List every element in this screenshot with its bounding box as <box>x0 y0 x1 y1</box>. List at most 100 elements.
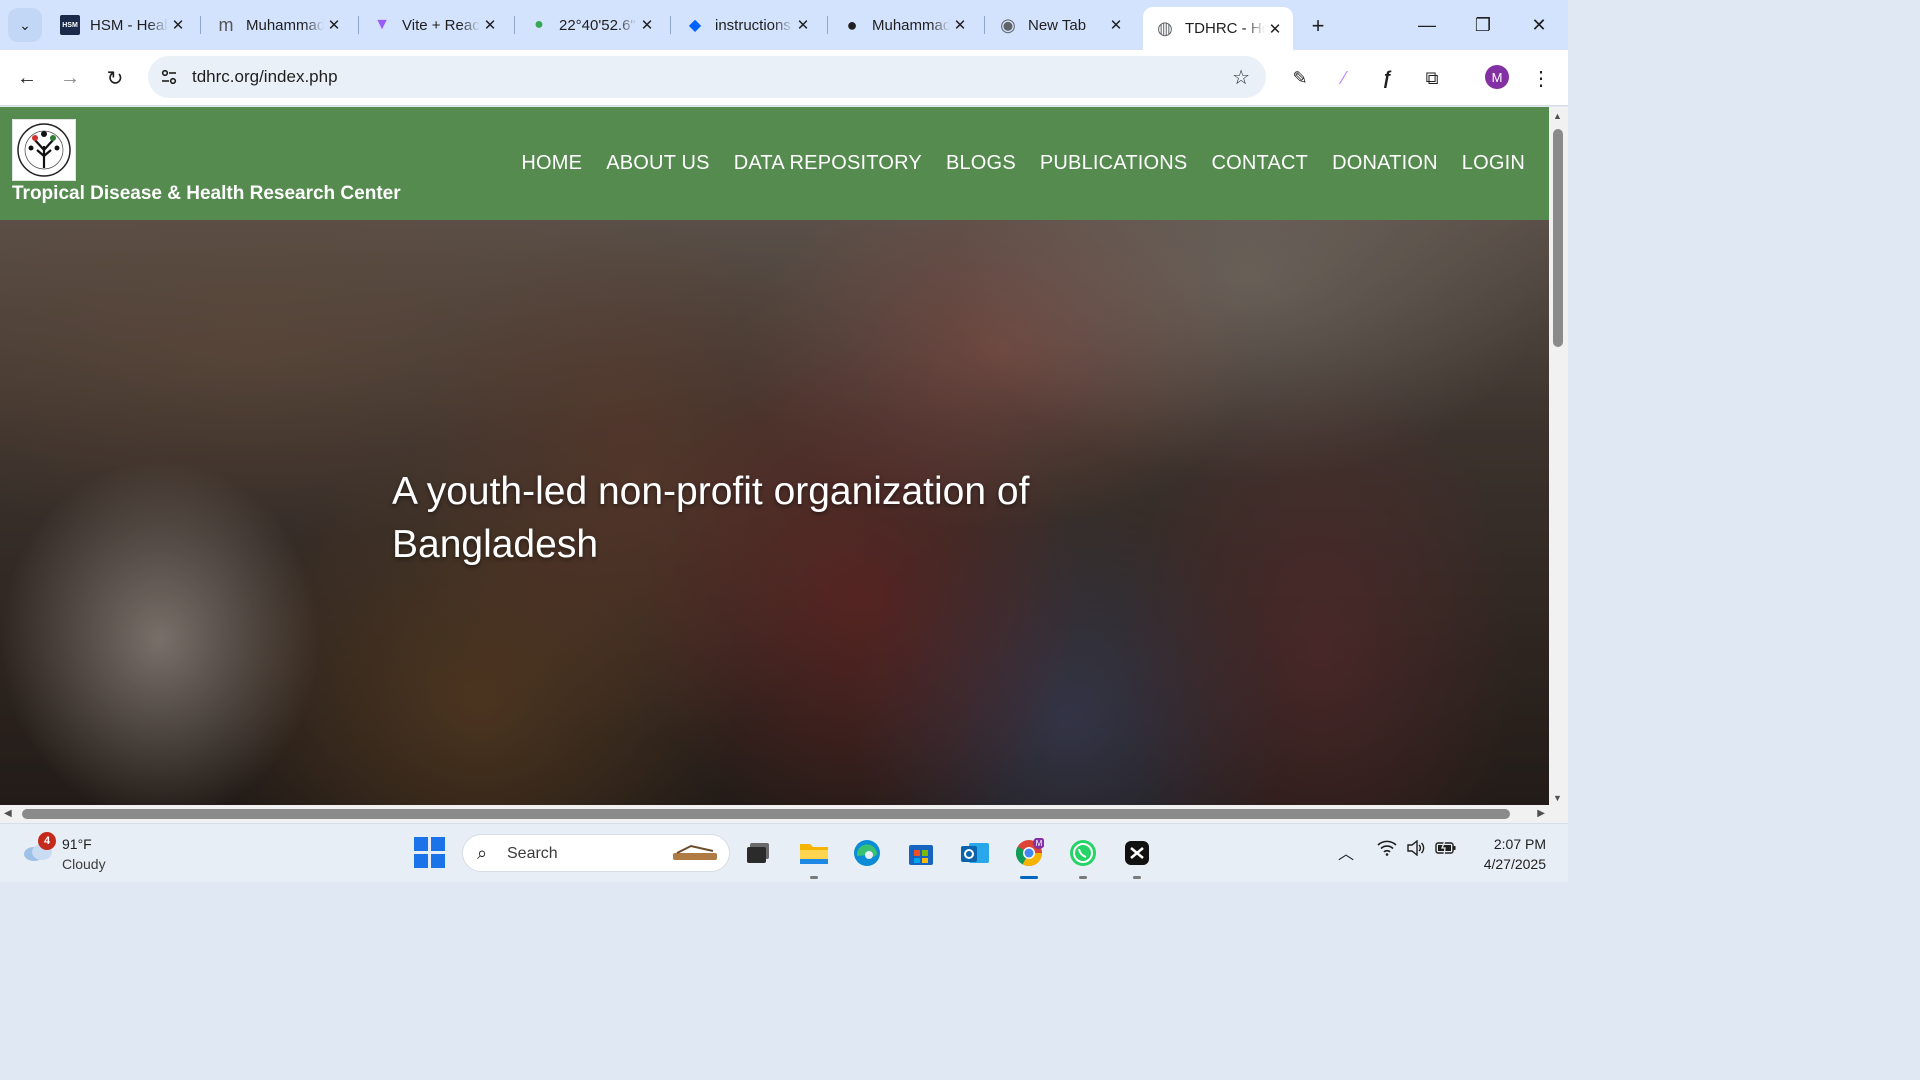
hero-tagline: A youth-led non-profit organization of B… <box>392 470 1030 566</box>
tab-title: New Tab <box>1028 16 1087 34</box>
svg-text:M: M <box>1036 839 1043 848</box>
battery-charging-icon[interactable] <box>1435 840 1457 861</box>
tab[interactable]: ● 22°40'52.6"N ✕ <box>517 7 665 43</box>
tab[interactable]: ● Muhammad ✕ <box>830 7 978 43</box>
system-clock[interactable]: 2:07 PM 4/27/2025 <box>1484 834 1546 874</box>
weather-alert-badge: 4 <box>38 832 56 850</box>
tab-active[interactable]: ◍ TDHRC - Home ✕ <box>1143 7 1293 50</box>
m-logo-icon: m <box>218 14 234 35</box>
nav-donation[interactable]: DONATION <box>1332 152 1438 175</box>
restore-icon[interactable]: ❐ <box>1463 8 1503 42</box>
tab-separator <box>514 16 515 34</box>
close-icon[interactable]: ✕ <box>1265 19 1285 39</box>
new-tab-plus-icon[interactable]: + <box>1304 12 1332 40</box>
chrome-logo-icon: ◉ <box>1000 14 1016 35</box>
tab-separator <box>358 16 359 34</box>
forward-arrow-icon[interactable]: → <box>54 62 86 94</box>
close-icon[interactable]: ✕ <box>637 15 657 35</box>
horizontal-scroll-thumb[interactable] <box>22 809 1510 819</box>
tab[interactable]: ◆ instructions ✕ <box>673 7 821 43</box>
extensions-puzzle-icon[interactable]: ⧉ <box>1418 64 1446 92</box>
tab-separator <box>200 16 201 34</box>
font-extension-icon[interactable]: ƒ <box>1373 64 1401 92</box>
horizontal-scrollbar[interactable]: ◀ ▶ <box>0 805 1549 823</box>
close-icon[interactable]: ✕ <box>1106 15 1126 35</box>
scroll-up-arrow-icon[interactable]: ▲ <box>1553 111 1562 121</box>
tab-separator <box>670 16 671 34</box>
bookmark-star-icon[interactable]: ☆ <box>1232 65 1250 90</box>
browser-window: ⌄ HSM HSM - Health Systems Monitor ✕ m M… <box>0 0 1568 882</box>
nav-login[interactable]: LOGIN <box>1462 152 1525 175</box>
site-header: Tropical Disease & Health Research Cente… <box>0 107 1549 220</box>
scroll-right-arrow-icon[interactable]: ▶ <box>1537 808 1545 819</box>
hsm-logo-icon: HSM <box>60 15 80 35</box>
close-icon[interactable]: ✕ <box>480 15 500 35</box>
tab-title: instructions <box>715 16 791 34</box>
running-indicator <box>1133 876 1141 879</box>
back-arrow-icon[interactable]: ← <box>11 62 43 94</box>
tab-title: TDHRC - Home <box>1185 20 1265 37</box>
address-bar[interactable]: tdhrc.org/index.php ☆ <box>148 56 1266 98</box>
profile-avatar[interactable]: M <box>1485 65 1509 89</box>
vertical-scroll-thumb[interactable] <box>1553 129 1563 347</box>
more-menu-icon[interactable]: ⋮ <box>1527 64 1555 92</box>
show-hidden-icons-chevron-icon[interactable]: ︿ <box>1338 840 1354 864</box>
close-window-icon[interactable]: ✕ <box>1519 8 1559 42</box>
tab-title: HSM - Health Systems Monitor <box>90 16 168 34</box>
nav-blogs[interactable]: BLOGS <box>946 152 1016 175</box>
close-icon[interactable]: ✕ <box>324 15 344 35</box>
tab-separator <box>984 16 985 34</box>
nav-home[interactable]: HOME <box>521 152 582 175</box>
wifi-icon[interactable] <box>1377 840 1397 861</box>
vite-logo-icon: ▼ <box>374 16 390 33</box>
nav-data-repository[interactable]: DATA REPOSITORY <box>734 152 922 175</box>
nav-about-us[interactable]: ABOUT US <box>606 152 709 175</box>
file-explorer-icon[interactable] <box>797 836 831 879</box>
scroll-down-arrow-icon[interactable]: ▼ <box>1553 793 1562 803</box>
taskbar-search-box[interactable]: ⌕ Search <box>462 834 730 872</box>
tab-title: Muhammad <box>246 16 324 34</box>
eyedropper-extension-icon[interactable]: ✎ <box>1286 64 1314 92</box>
browser-toolbar: ← → ↻ tdhrc.org/index.php ☆ ✎ ⁄ ƒ ⧉ ⋮ <box>0 50 1568 106</box>
pen-extension-icon[interactable]: ⁄ <box>1330 64 1358 92</box>
site-info-icon[interactable] <box>158 66 180 88</box>
capcut-icon[interactable] <box>1120 836 1154 879</box>
vertical-scrollbar[interactable]: ▲ ▼ <box>1549 107 1568 805</box>
tab-strip: ⌄ HSM HSM - Health Systems Monitor ✕ m M… <box>0 0 1568 50</box>
dropbox-logo-icon: ◆ <box>688 17 702 34</box>
tab-search-chevron-icon[interactable]: ⌄ <box>8 8 42 42</box>
site-name: Tropical Disease & Health Research Cente… <box>12 183 401 204</box>
volume-icon[interactable] <box>1406 839 1426 861</box>
tab[interactable]: ◉ New Tab ✕ <box>986 7 1134 43</box>
search-placeholder: Search <box>507 845 558 862</box>
url-text[interactable]: tdhrc.org/index.php <box>192 67 338 87</box>
reload-icon[interactable]: ↻ <box>99 62 131 94</box>
globe-icon: ◍ <box>1157 18 1173 38</box>
nav-contact[interactable]: CONTACT <box>1211 152 1308 175</box>
nav-publications[interactable]: PUBLICATIONS <box>1040 152 1188 175</box>
tab[interactable]: ▼ Vite + React ✕ <box>360 7 508 43</box>
tab-title: 22°40'52.6"N <box>559 16 637 34</box>
search-highlight-art-icon <box>673 844 717 860</box>
windows-start-icon[interactable] <box>414 837 446 869</box>
tab[interactable]: m Muhammad ✕ <box>204 7 352 43</box>
site-logo[interactable] <box>12 119 76 181</box>
weather-widget[interactable]: 4 91°F Cloudy <box>22 832 162 874</box>
scroll-left-arrow-icon[interactable]: ◀ <box>4 808 12 819</box>
close-icon[interactable]: ✕ <box>793 15 813 35</box>
github-logo-icon: ● <box>846 14 858 35</box>
tab[interactable]: HSM HSM - Health Systems Monitor ✕ <box>48 7 196 43</box>
weather-condition: Cloudy <box>62 856 106 872</box>
chrome-app-icon[interactable]: M <box>1012 836 1046 879</box>
hero-banner: A youth-led non-profit organization of B… <box>0 220 1549 805</box>
close-icon[interactable]: ✕ <box>950 15 970 35</box>
edge-browser-icon[interactable] <box>850 836 884 870</box>
outlook-icon[interactable] <box>958 836 992 870</box>
minimize-icon[interactable]: — <box>1407 8 1447 42</box>
close-icon[interactable]: ✕ <box>168 15 188 35</box>
clock-time: 2:07 PM <box>1493 836 1546 852</box>
whatsapp-icon[interactable] <box>1066 836 1100 879</box>
running-indicator <box>810 876 818 879</box>
microsoft-store-icon[interactable] <box>904 836 938 870</box>
task-view-icon[interactable] <box>741 836 775 870</box>
